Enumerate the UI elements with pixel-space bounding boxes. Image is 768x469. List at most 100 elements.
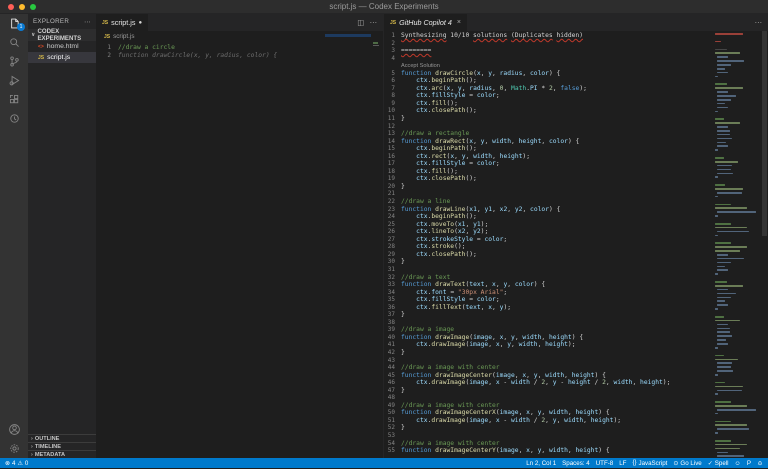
line-number: 1 — [384, 32, 401, 40]
copilot-line: 3======== — [384, 47, 715, 55]
line-number: 10 — [384, 107, 401, 115]
status-lf[interactable]: LF — [619, 460, 626, 467]
copilot-line: 34 ctx.font = "30px Arial"; — [384, 289, 715, 297]
copilot-more-actions-icon[interactable]: ⋯ — [755, 18, 763, 27]
line-number: 3 — [384, 47, 401, 55]
line-number: 9 — [384, 100, 401, 108]
copilot-line: 53 — [384, 432, 715, 440]
copilot-line: 16 ctx.rect(x, y, width, height); — [384, 153, 715, 161]
status-ln-2-col-1[interactable]: Ln 2, Col 1 — [526, 460, 556, 467]
line-number: 15 — [384, 145, 401, 153]
file-item-home-html[interactable]: <>home.html — [28, 41, 96, 52]
line-number: 51 — [384, 417, 401, 425]
line-number: 2 — [384, 40, 401, 48]
copilot-scrollbar[interactable] — [761, 31, 768, 458]
explorer-actions-icon[interactable]: ⋯ — [84, 18, 91, 26]
editor-code-area[interactable]: 1//draw a circle2function drawCircle(x, … — [96, 42, 383, 458]
copilot-line: 7 ctx.arc(x, y, radius, 0, Math.PI * 2, … — [384, 85, 715, 93]
copilot-line: 1Synthesizing 10/10 solutions (Duplicate… — [384, 32, 715, 40]
sidebar-section-timeline[interactable]: ›TIMELINE — [28, 442, 96, 450]
status-utf-8[interactable]: UTF-8 — [596, 460, 614, 467]
status-javascript[interactable]: {}JavaScript — [632, 460, 667, 467]
copilot-line: 32//draw a text — [384, 274, 715, 282]
check-icon: ✓ — [708, 460, 713, 467]
line-number: 18 — [384, 168, 401, 176]
line-number: 37 — [384, 311, 401, 319]
accept-solution-link[interactable]: Accept Solution — [384, 62, 715, 70]
copilot-minimap[interactable] — [715, 31, 761, 458]
editor-more-actions-icon[interactable]: ⋯ — [370, 18, 378, 27]
sidebar-collapsed-sections: ›OUTLINE›TIMELINE›METADATA — [28, 434, 96, 458]
maximize-window-button[interactable] — [30, 4, 36, 10]
editor-minimap[interactable] — [373, 42, 381, 48]
search-icon[interactable] — [0, 33, 28, 52]
line-number: 40 — [384, 334, 401, 342]
line-number: 39 — [384, 326, 401, 334]
minimize-window-button[interactable] — [19, 4, 25, 10]
copilot-line: 31 — [384, 266, 715, 274]
chevron-right-icon: › — [31, 436, 33, 442]
copilot-line: 14function drawRect(x, y, width, height,… — [384, 138, 715, 146]
line-number: 55 — [384, 447, 401, 455]
close-tab-icon[interactable]: × — [457, 19, 461, 26]
line-number: 48 — [384, 394, 401, 402]
explorer-icon[interactable]: 1 — [0, 14, 28, 33]
feedback-smiley-icon[interactable]: ☺ — [735, 460, 741, 467]
sidebar-section-outline[interactable]: ›OUTLINE — [28, 434, 96, 442]
split-editor-icon[interactable]: ◫ — [357, 18, 364, 27]
js-file-icon: JS — [102, 20, 108, 26]
line-number: 53 — [384, 432, 401, 440]
status-bar: ⊗ 4 ⚠ 0 Ln 2, Col 1 Spaces: 4 UTF-8 LF {}Jav… — [0, 458, 768, 468]
copilot-line: 6 ctx.beginPath(); — [384, 77, 715, 85]
tab-github-copilot[interactable]: JS GitHub Copilot 4 × — [384, 14, 468, 31]
copilot-line: 35 ctx.fillStyle = color; — [384, 296, 715, 304]
copilot-line: 52} — [384, 424, 715, 432]
line-number: 28 — [384, 243, 401, 251]
copilot-line: 15 ctx.beginPath(); — [384, 145, 715, 153]
line-number: 2 — [96, 52, 118, 60]
line-number: 19 — [384, 175, 401, 183]
editor-line[interactable]: 1//draw a circle — [96, 44, 383, 52]
editor-line[interactable]: 2function drawCircle(x, y, radius, color… — [96, 52, 383, 60]
line-number: 27 — [384, 236, 401, 244]
problems-indicator[interactable]: ⊗ 4 ⚠ 0 — [5, 460, 28, 467]
file-item-script-js[interactable]: JSscript.js — [28, 52, 96, 63]
live-server-icon[interactable] — [0, 109, 28, 128]
file-tree: <>home.htmlJSscript.js — [28, 41, 96, 63]
extensions-icon[interactable] — [0, 90, 28, 109]
prettier-icon[interactable]: P — [747, 460, 751, 467]
tab-script-js[interactable]: JS script.js ● — [96, 14, 149, 31]
copilot-line: 48 — [384, 394, 715, 402]
account-icon[interactable] — [0, 420, 28, 439]
workspace-section-header[interactable]: ∨ CODEX EXPERIMENTS — [28, 29, 96, 41]
copilot-line: 22//draw a line — [384, 198, 715, 206]
status-go-live[interactable]: ⊙Go Live — [673, 460, 701, 467]
line-number: 8 — [384, 92, 401, 100]
line-number: 34 — [384, 289, 401, 297]
window-title: script.js — Codex Experiments — [329, 2, 438, 11]
copilot-line: 25 ctx.moveTo(x1, y1); — [384, 221, 715, 229]
copilot-line: 12 — [384, 123, 715, 131]
copilot-line: 47} — [384, 387, 715, 395]
close-window-button[interactable] — [8, 4, 14, 10]
copilot-line: 37} — [384, 311, 715, 319]
settings-gear-icon[interactable] — [0, 439, 28, 458]
js-file-icon: JS — [104, 34, 110, 40]
copilot-line: 50function drawImageCenterX(image, x, y,… — [384, 409, 715, 417]
copilot-line: 49//draw a image with center — [384, 402, 715, 410]
line-number: 17 — [384, 160, 401, 168]
line-number: 52 — [384, 424, 401, 432]
copilot-line: 45function drawImageCenter(image, x, y, … — [384, 372, 715, 380]
status-spaces-4[interactable]: Spaces: 4 — [562, 460, 590, 467]
source-control-icon[interactable] — [0, 52, 28, 71]
copilot-line: 20} — [384, 183, 715, 191]
copilot-line: 18 ctx.fill(); — [384, 168, 715, 176]
line-number: 20 — [384, 183, 401, 191]
sidebar-title: EXPLORER — [33, 18, 69, 25]
run-debug-icon[interactable] — [0, 71, 28, 90]
status-spell[interactable]: ✓Spell — [708, 460, 729, 467]
sidebar-section-metadata[interactable]: ›METADATA — [28, 450, 96, 458]
copilot-code-area[interactable]: 1Synthesizing 10/10 solutions (Duplicate… — [384, 31, 715, 458]
bell-icon[interactable] — [757, 460, 763, 466]
line-number: 26 — [384, 228, 401, 236]
